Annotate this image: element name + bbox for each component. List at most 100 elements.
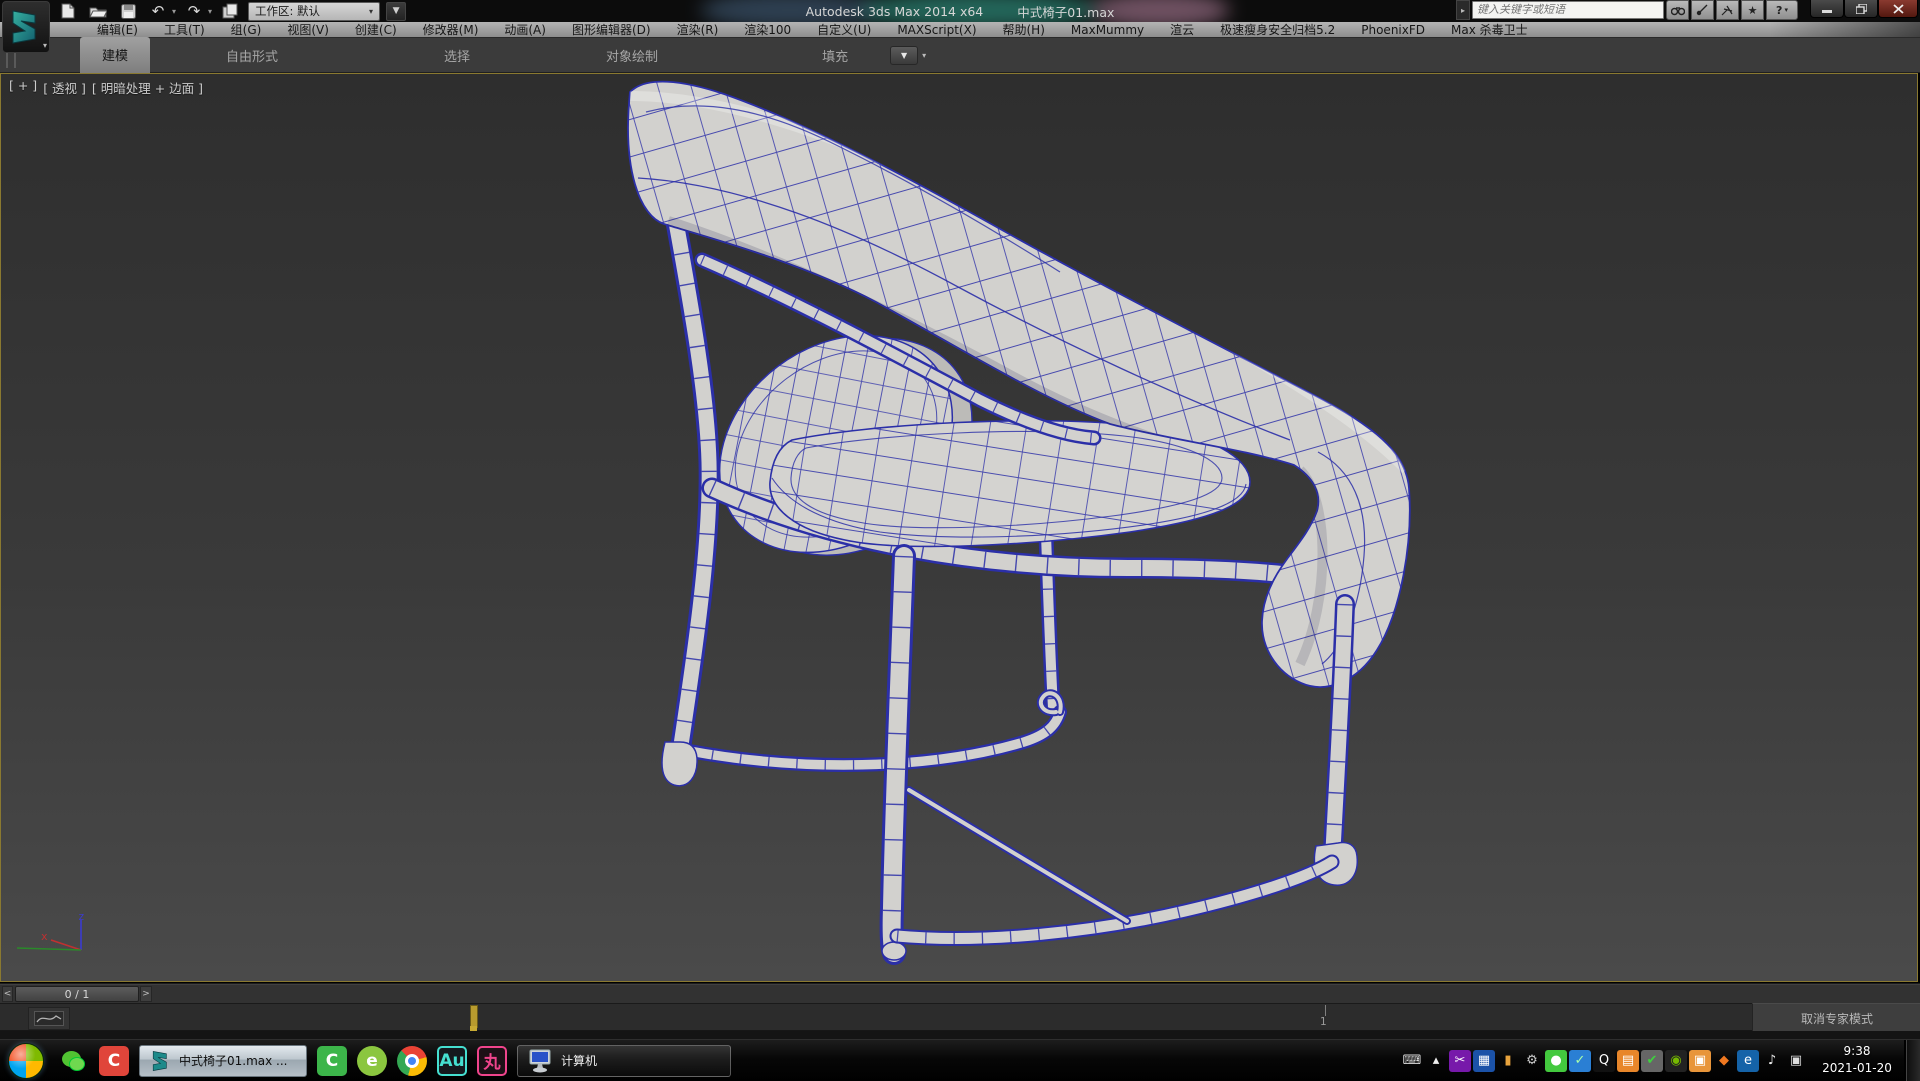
tray-icon-wechat-tray[interactable]: ●	[1545, 1050, 1567, 1072]
restore-button[interactable]	[1844, 0, 1878, 18]
taskbar-icon-browser-360[interactable]: e	[357, 1046, 387, 1076]
taskbar-icon-camtasia-studio[interactable]: C	[317, 1046, 347, 1076]
window-bottom-edge	[0, 1031, 1920, 1039]
search-icon[interactable]	[1666, 0, 1689, 20]
menu-item[interactable]: 渲云	[1157, 22, 1207, 38]
app-title: Autodesk 3ds Max 2014 x64	[806, 4, 984, 19]
ribbon-tab[interactable]: 选择	[430, 39, 484, 72]
menu-item[interactable]: 编辑(E)	[84, 22, 151, 38]
menu-item[interactable]: 渲染100	[731, 22, 804, 38]
menu-item[interactable]: 渲染(R)	[664, 22, 732, 38]
app-menu-caret-icon: ▾	[43, 41, 47, 50]
menu-item[interactable]: 修改器(M)	[410, 22, 492, 38]
quick-access-toolbar: ↶ ▾ ↷ ▾ 工作区: 默认 ▾ ▼	[56, 1, 406, 21]
ribbon-tab[interactable]: 填充	[808, 39, 862, 72]
time-slider-track[interactable]: < 0 / 1 >	[0, 983, 1920, 1004]
favorites-star-icon[interactable]: ★	[1741, 0, 1764, 20]
taskbar-icon-audition[interactable]: Au	[437, 1046, 467, 1076]
time-slider-handle[interactable]: 0 / 1	[15, 986, 139, 1002]
help-icon[interactable]: ? ▾	[1766, 0, 1798, 20]
menu-item[interactable]: PhoenixFD	[1348, 22, 1438, 38]
start-button[interactable]	[8, 1043, 44, 1079]
menu-item[interactable]: 组(G)	[218, 22, 275, 38]
application-menu-button[interactable]: ▾	[2, 1, 50, 53]
open-file-button[interactable]	[86, 2, 110, 20]
undo-caret-icon[interactable]: ▾	[172, 7, 176, 16]
taskbar-window-3dsmax[interactable]: 中式椅子01.max ...	[139, 1045, 307, 1077]
ribbon-tab-row: 建模 自由形式 选择 对象绘制 填充 ▼ ▾	[0, 38, 1920, 73]
tray-icon-network[interactable]: ▣	[1785, 1050, 1807, 1072]
qat-flyout-button[interactable]: ▼	[386, 2, 406, 21]
menu-item[interactable]: 帮助(H)	[990, 22, 1058, 38]
tray-icon-nvidia[interactable]: ◉	[1665, 1050, 1687, 1072]
workspace-caret-icon: ▾	[369, 7, 373, 16]
menu-item[interactable]: 创建(C)	[342, 22, 410, 38]
viewport-shading-menu[interactable]: [ 明暗处理 + 边面 ]	[92, 78, 203, 97]
menu-item[interactable]: 工具(T)	[151, 22, 218, 38]
menu-item[interactable]: MAXScript(X)	[884, 22, 989, 38]
axis-x-label: x	[41, 930, 48, 943]
menu-item[interactable]: Max 杀毒卫士	[1438, 22, 1541, 38]
taskbar-icon-wechat[interactable]	[59, 1046, 89, 1076]
redo-button[interactable]: ↷	[182, 2, 206, 20]
viewport-general-menu[interactable]: [ + ]	[9, 78, 37, 97]
show-desktop-button[interactable]	[1904, 1040, 1920, 1081]
previous-frame-button[interactable]: <	[2, 986, 13, 1002]
tray-icon-flame-tool[interactable]: ◆	[1713, 1050, 1735, 1072]
ribbon-tab[interactable]: 自由形式	[212, 39, 292, 72]
tray-icon-cad-tool[interactable]: ▦	[1473, 1050, 1495, 1072]
search-history-button[interactable]: ▸	[1456, 0, 1470, 20]
tray-icon-sync-ok[interactable]: ✓	[1569, 1050, 1591, 1072]
tray-icon-volume[interactable]: ♪	[1761, 1050, 1783, 1072]
ribbon-tab[interactable]: 对象绘制	[592, 39, 672, 72]
taskbar-clock[interactable]: 9:38 2021-01-20	[1814, 1043, 1900, 1077]
ribbon-tab[interactable]: 建模	[80, 37, 150, 73]
tray-icon-keyboard[interactable]: ⌨	[1401, 1050, 1423, 1072]
menu-item[interactable]: 极速瘦身安全归档5.2	[1207, 22, 1348, 38]
document-title: 中式椅子01.max	[1017, 2, 1114, 21]
mini-curve-editor-button[interactable]	[28, 1007, 70, 1030]
tray-icon-qq[interactable]: Q	[1593, 1050, 1615, 1072]
tray-icon-clip-tool[interactable]: ✂	[1449, 1050, 1471, 1072]
taskbar-icon-wanzi[interactable]: 丸	[477, 1046, 507, 1076]
new-file-button[interactable]	[56, 2, 80, 20]
tray-icon-system-tool[interactable]: ⚙	[1521, 1050, 1543, 1072]
track-bar[interactable]: 1	[0, 1003, 1752, 1031]
ribbon-minimize-button[interactable]: ▼	[890, 46, 918, 65]
close-button[interactable]	[1878, 0, 1918, 18]
clock-time: 9:38	[1814, 1043, 1900, 1060]
redo-caret-icon[interactable]: ▾	[208, 7, 212, 16]
menu-item[interactable]: 图形编辑器(D)	[559, 22, 664, 38]
viewport-pov-menu[interactable]: [ 透视 ]	[43, 78, 86, 97]
ribbon-overflow-caret-icon[interactable]: ▾	[922, 51, 926, 60]
tray-icon-usb-safe[interactable]: ✔	[1641, 1050, 1663, 1072]
info-center-icon[interactable]	[1716, 0, 1739, 20]
communication-center-icon[interactable]	[1691, 0, 1714, 20]
tray-icon-show-hidden[interactable]: ▴	[1425, 1050, 1447, 1072]
menu-item[interactable]: 动画(A)	[491, 22, 559, 38]
project-folder-button[interactable]	[218, 2, 242, 20]
taskbar-icon-chrome[interactable]	[397, 1046, 427, 1076]
undo-button[interactable]: ↶	[146, 2, 170, 20]
menu-item[interactable]: 视图(V)	[274, 22, 342, 38]
track-bar-frame-marker[interactable]	[470, 1005, 478, 1028]
taskbar: C 中式椅子01.max ... CeAu丸 计算机 ⌨▴✂▦▮⚙●✓Q▤✔◉▣…	[0, 1039, 1920, 1081]
system-tray: ⌨▴✂▦▮⚙●✓Q▤✔◉▣◆e♪▣	[1400, 1050, 1808, 1072]
minimize-button[interactable]	[1810, 0, 1844, 18]
tray-icon-eset[interactable]: e	[1737, 1050, 1759, 1072]
tray-icon-photo-viewer[interactable]: ▣	[1689, 1050, 1711, 1072]
workspace-selector[interactable]: 工作区: 默认 ▾	[248, 2, 380, 21]
menu-item[interactable]: MaxMummy	[1058, 22, 1157, 38]
search-input[interactable]	[1472, 1, 1664, 19]
perspective-viewport[interactable]: [ + ] [ 透视 ] [ 明暗处理 + 边面 ] z x	[0, 73, 1918, 982]
taskbar-window-computer[interactable]: 计算机	[517, 1045, 731, 1077]
taskbar-icon-camtasia-recorder[interactable]: C	[99, 1046, 129, 1076]
ribbon-tabs: 建模 自由形式 选择 对象绘制 填充	[16, 38, 862, 72]
next-frame-button[interactable]: >	[140, 986, 152, 1002]
menu-item[interactable]: 自定义(U)	[804, 22, 884, 38]
track-bar-tick	[1325, 1005, 1326, 1016]
save-file-button[interactable]	[116, 2, 140, 20]
tray-icon-window-orange[interactable]: ▤	[1617, 1050, 1639, 1072]
cancel-expert-mode-button[interactable]: 取消专家模式	[1801, 1010, 1873, 1027]
tray-icon-usb-drive[interactable]: ▮	[1497, 1050, 1519, 1072]
